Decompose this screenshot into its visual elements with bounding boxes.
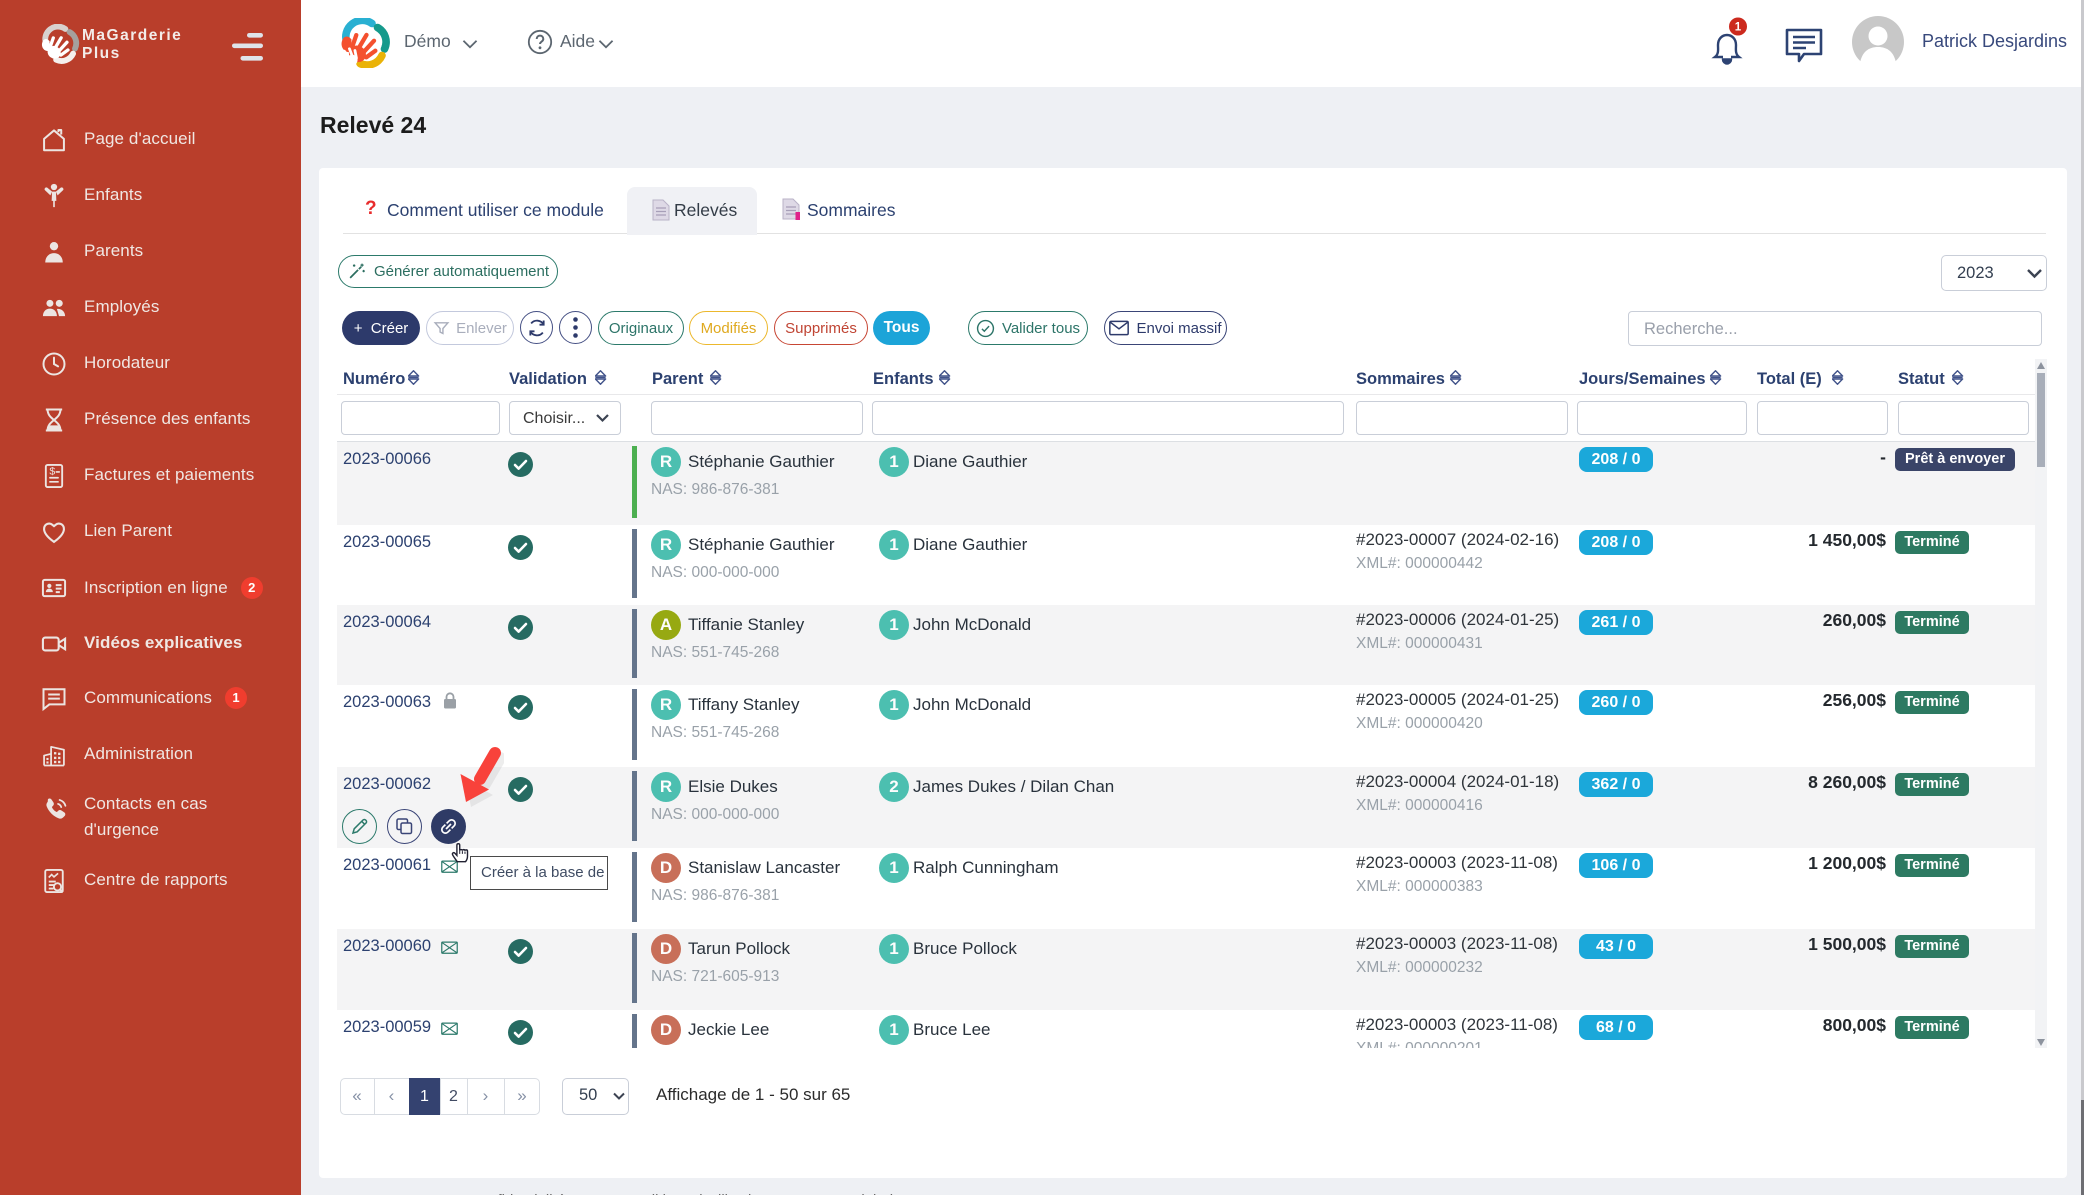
svg-text:1: 1 <box>1735 22 1742 34</box>
svg-text:$: $ <box>49 465 55 477</box>
